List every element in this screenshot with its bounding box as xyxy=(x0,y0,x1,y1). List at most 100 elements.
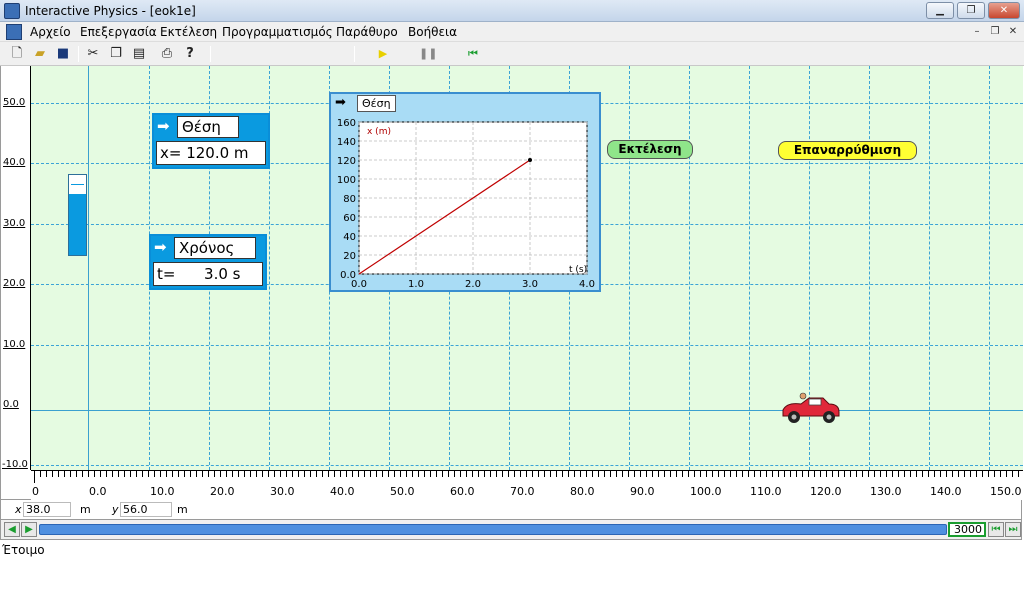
help-icon[interactable]: ? xyxy=(181,45,199,63)
x-ruler-tick xyxy=(286,471,287,477)
menu-window[interactable]: Παράθυρο xyxy=(336,25,398,39)
x-ruler-tick xyxy=(904,471,905,477)
x-ruler-tick xyxy=(640,471,641,477)
new-file-icon[interactable]: 🗋 xyxy=(8,45,26,63)
x-ruler-label: 110.0 xyxy=(750,485,782,498)
x-ruler-tick xyxy=(538,471,539,477)
x-ruler-tick xyxy=(916,471,917,477)
x-ruler-tick xyxy=(196,471,197,477)
menu-bar: Αρχείο Επεξεργασία Εκτέλεση Προγραμματισ… xyxy=(0,22,1024,42)
step-back-icon[interactable]: ◀ xyxy=(4,522,20,537)
x-ruler-tick xyxy=(154,471,155,477)
doc-minimize-icon[interactable]: – xyxy=(970,25,984,38)
x-ruler-label: 0 xyxy=(32,485,39,498)
frame-counter[interactable]: 3000 xyxy=(948,522,986,537)
menu-edit[interactable]: Επεξεργασία xyxy=(80,25,157,39)
time-meter-value: t= 3.0 s xyxy=(153,262,263,286)
meter-menu-arrow-icon[interactable]: ➡ xyxy=(157,117,175,135)
x-ruler-tick xyxy=(958,471,959,477)
x-ruler-tick xyxy=(382,471,383,477)
y-tick-label: 60 xyxy=(343,213,356,224)
maximize-button[interactable]: ❐ xyxy=(957,2,985,19)
x-ruler-tick xyxy=(556,471,557,477)
toolbar-separator xyxy=(354,46,355,62)
minimize-button[interactable]: ▁ xyxy=(926,2,954,19)
x-coord-field[interactable]: 38.0 xyxy=(23,502,71,517)
x-ruler-tick xyxy=(70,471,71,477)
graph-plot: 160140120100806040200.0 0.0 1.0 2.0 3.0 4.0 … xyxy=(337,118,595,290)
x-ruler-tick xyxy=(724,471,725,477)
x-ruler-tick xyxy=(682,471,683,477)
x-ruler-tick xyxy=(298,471,299,477)
x-ruler-tick xyxy=(40,471,41,477)
x-ruler-tick xyxy=(868,471,869,477)
reset-icon[interactable]: ⏮ xyxy=(464,45,482,63)
y-ruler-label: 0.0 xyxy=(3,399,19,410)
x-ruler-label: 30.0 xyxy=(270,485,295,498)
x-tick-label: 4.0 xyxy=(579,279,595,290)
x-ruler-tick xyxy=(1018,471,1019,477)
x-ruler-tick xyxy=(676,471,677,477)
x-ruler-tick xyxy=(424,471,425,477)
menu-help[interactable]: Βοήθεια xyxy=(408,25,457,39)
x-ruler-tick xyxy=(856,471,857,477)
document-icon[interactable] xyxy=(6,24,22,40)
x-tick-label: 2.0 xyxy=(465,279,481,290)
x-ruler-tick xyxy=(826,471,827,477)
close-button[interactable]: ✕ xyxy=(988,2,1020,19)
menu-script[interactable]: Προγραμματισμός xyxy=(222,25,333,39)
y-ruler-label: 40.0 xyxy=(3,157,26,168)
x-ruler-tick xyxy=(508,471,509,477)
x-ruler-tick xyxy=(334,471,335,477)
x-ruler-label: 40.0 xyxy=(330,485,355,498)
paste-icon[interactable]: ▤ xyxy=(130,45,148,63)
slider-thumb[interactable] xyxy=(71,184,84,185)
x-ruler-label: 10.0 xyxy=(150,485,175,498)
rewind-icon[interactable]: ⏮ xyxy=(988,522,1004,537)
forward-icon[interactable]: ⏭ xyxy=(1005,522,1021,537)
slider-control[interactable] xyxy=(68,174,87,256)
x-ruler: 0 0.0 10.0 20.0 30.0 40.0 50.0 60.0 70.0 80.0 90.0… xyxy=(31,470,1023,500)
meter-menu-arrow-icon[interactable]: ➡ xyxy=(154,238,172,256)
x-ruler-tick xyxy=(850,471,851,477)
x-ruler-tick xyxy=(820,471,821,477)
x-ruler-tick xyxy=(772,471,773,477)
y-ruler-label: 20.0 xyxy=(3,278,26,289)
x-axis-line xyxy=(31,410,1023,411)
x-ruler-tick xyxy=(274,471,275,477)
x-ruler-tick xyxy=(766,471,767,477)
step-forward-icon[interactable]: ▶ xyxy=(21,522,37,537)
x-ruler-tick xyxy=(748,471,749,477)
y-tick-label: 40 xyxy=(343,232,356,243)
pause-icon[interactable]: ❚❚ xyxy=(419,45,437,63)
x-ruler-tick xyxy=(784,471,785,477)
y-ruler: 50.0 40.0 30.0 20.0 10.0 0.0 -10.0 xyxy=(1,66,31,470)
x-ruler-tick xyxy=(232,471,233,477)
x-ruler-tick xyxy=(778,471,779,477)
x-ruler-tick xyxy=(700,471,701,477)
playback-slider[interactable] xyxy=(39,524,947,535)
time-meter[interactable]: ➡ Χρόνος t= 3.0 s xyxy=(149,234,267,290)
print-icon[interactable]: ⎙ xyxy=(158,45,176,63)
y-coord-field[interactable]: 56.0 xyxy=(120,502,172,517)
position-graph[interactable]: ➡ Θέση 160 140 120 100 80 60 40 20 0.0 0.0 1.0 2.0… xyxy=(329,92,601,292)
run-button[interactable]: Εκτέλεση xyxy=(607,140,693,159)
cut-icon[interactable]: ✂ xyxy=(84,45,102,63)
reset-button[interactable]: Επαναρρύθμιση xyxy=(778,141,917,160)
run-icon[interactable]: ▶ xyxy=(374,45,392,63)
workspace[interactable]: ➡ Θέση x= 120.0 m ➡ Χρόνος t= 3.0 s ➡ Θέ… xyxy=(31,66,1023,470)
doc-restore-icon[interactable]: ❐ xyxy=(988,25,1002,38)
menu-file[interactable]: Αρχείο xyxy=(30,25,71,39)
position-meter[interactable]: ➡ Θέση x= 120.0 m xyxy=(152,113,270,169)
graph-menu-arrow-icon[interactable]: ➡ xyxy=(335,95,346,110)
doc-close-icon[interactable]: ✕ xyxy=(1006,25,1020,38)
x-ruler-tick xyxy=(730,471,731,477)
x-ruler-tick xyxy=(1006,471,1007,477)
menu-run[interactable]: Εκτέλεση xyxy=(160,25,217,39)
save-icon[interactable]: ■ xyxy=(54,45,72,63)
car-body[interactable] xyxy=(779,392,843,426)
open-folder-icon[interactable]: ▰ xyxy=(31,45,49,63)
x-ruler-tick xyxy=(118,471,119,477)
copy-icon[interactable]: ❐ xyxy=(107,45,125,63)
x-ruler-label: 140.0 xyxy=(930,485,962,498)
